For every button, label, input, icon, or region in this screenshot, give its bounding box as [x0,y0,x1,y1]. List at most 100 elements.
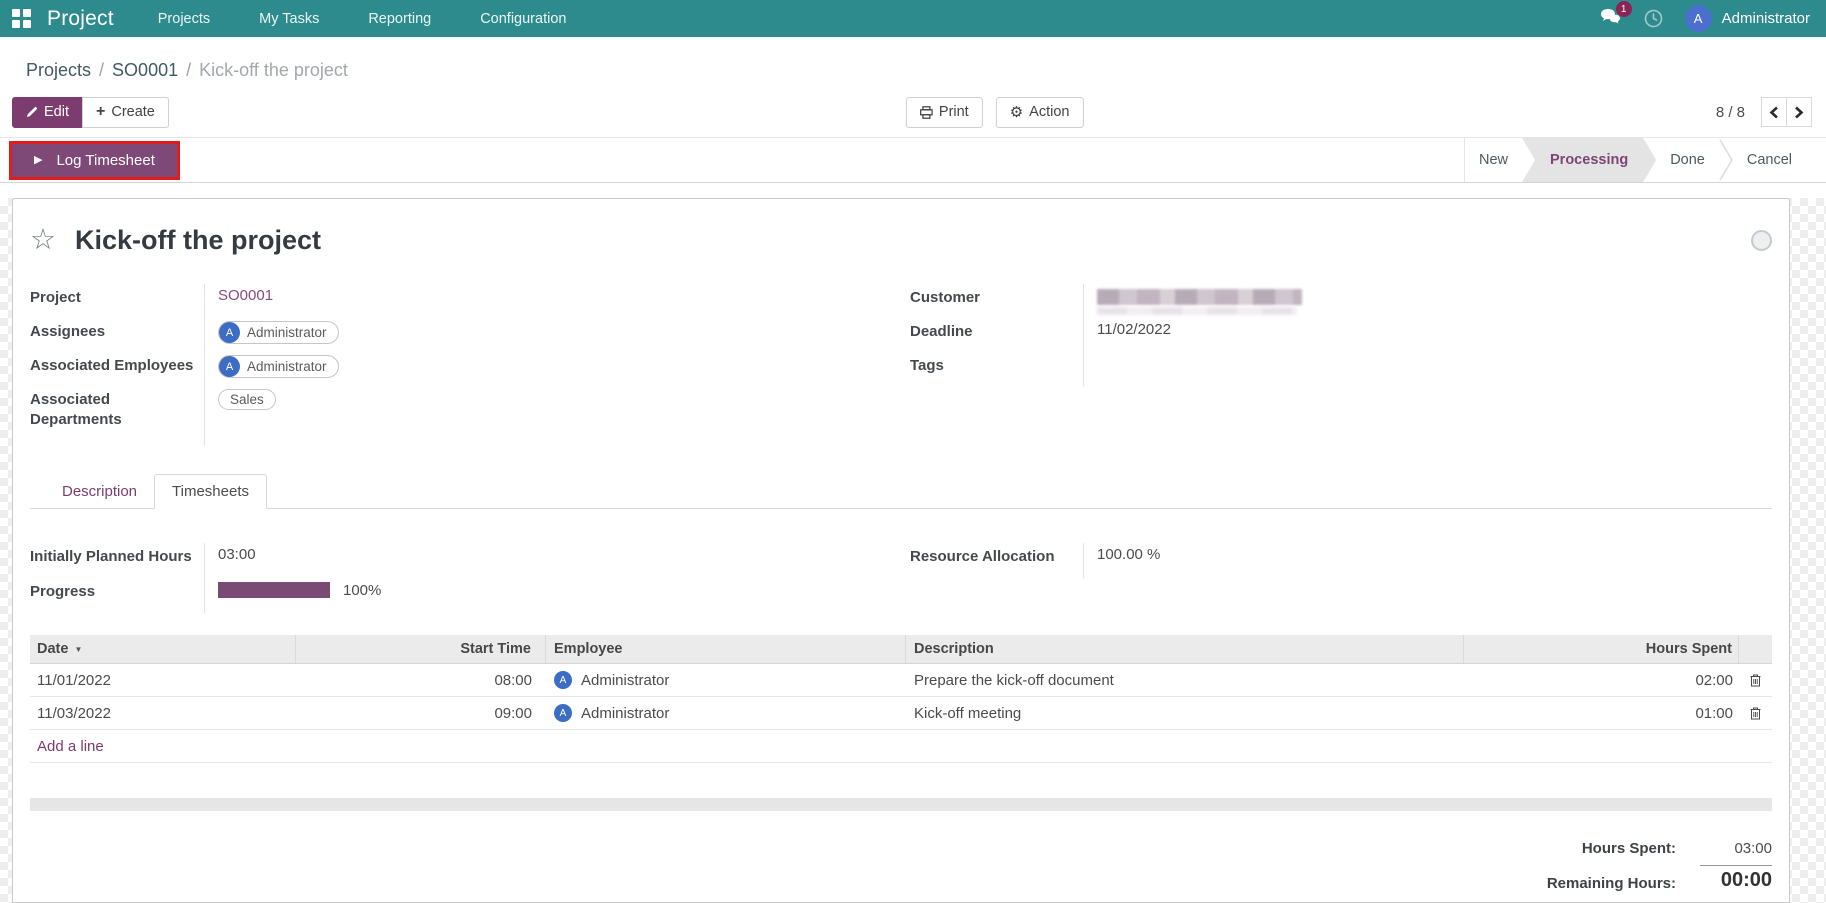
department-pill: Sales [218,389,276,410]
menu-item-my-tasks[interactable]: My Tasks [259,11,319,27]
favorite-star-icon[interactable]: ☆ [30,226,56,255]
project-label: Project [30,284,204,318]
row-date: 11/01/2022 [30,672,296,689]
control-panel: Edit + Create Print ⚙ Action 8 / 8 [0,87,1826,138]
hours-summary: Hours Spent: 03:00 Remaining Hours: 00:0… [30,840,1772,892]
progress-bar [218,582,330,598]
table-header-row: Date ▼ Start Time Employee Description H… [30,635,1772,664]
row-description: Prepare the kick-off document [906,672,1464,689]
menu-item-reporting[interactable]: Reporting [368,11,431,27]
content-background: ☆ Kick-off the project Project SO0001 As… [0,198,1826,903]
edit-create-group: Edit + Create [12,97,169,128]
delete-row-button[interactable] [1750,707,1761,720]
assignee-pill: A Administrator [218,321,339,344]
column-header-employee[interactable]: Employee [546,635,906,663]
associated-employees-label: Associated Employees [30,352,204,386]
remaining-hours-label: Remaining Hours: [1547,875,1676,892]
trash-icon [1750,707,1761,720]
add-line-row: Add a line [30,730,1772,763]
edit-button-label: Edit [44,104,69,120]
timesheet-panel-left: Initially Planned Hours 03:00 Progress 1… [30,543,910,613]
user-avatar[interactable]: A [1685,5,1712,32]
timesheet-row-2[interactable]: 11/03/2022 09:00 A Administrator Kick-of… [30,697,1772,730]
remaining-hours-value: 00:00 [1700,865,1772,892]
column-header-date[interactable]: Date ▼ [30,635,296,663]
statusbar-row: ▶ Log Timesheet New Processing Done Canc… [0,138,1826,183]
left-field-group: Project SO0001 Assignees A Administrator… [30,284,910,446]
print-button[interactable]: Print [906,97,983,128]
navbar-menu: Projects My Tasks Reporting Configuratio… [158,11,567,27]
gear-icon: ⚙ [1010,105,1023,120]
breadcrumb-projects[interactable]: Projects [26,60,91,81]
employee-avatar: A [219,356,240,377]
employee-pill: A Administrator [218,355,339,378]
tab-description[interactable]: Description [45,475,154,508]
planned-hours-value: 03:00 [218,546,256,563]
associated-departments-label: Associated Departments [30,386,204,446]
print-action-group: Print ⚙ Action [906,97,1084,128]
top-navbar: Project Projects My Tasks Reporting Conf… [0,0,1826,37]
state-separator [1719,138,1733,182]
column-header-description[interactable]: Description [906,635,1464,663]
tags-value-empty [1083,352,1772,386]
user-name[interactable]: Administrator [1722,10,1810,27]
menu-item-configuration[interactable]: Configuration [480,11,566,27]
state-done[interactable]: Done [1656,138,1719,182]
planned-hours-label: Initially Planned Hours [30,543,204,578]
create-button-label: Create [111,104,155,120]
tags-label: Tags [910,352,1083,386]
menu-item-projects[interactable]: Projects [158,11,210,27]
play-icon: ▶ [34,155,42,166]
breadcrumb-separator: / [186,60,191,81]
assignees-label: Assignees [30,318,204,352]
timesheet-panel-right: Resource Allocation 100.00 % [910,543,1772,613]
row-start-time: 08:00 [296,672,546,689]
printer-icon [920,106,933,119]
tab-timesheets[interactable]: Timesheets [154,474,267,509]
pager-next-button[interactable] [1786,97,1812,127]
sort-desc-icon: ▼ [74,645,82,654]
progress-percent: 100% [343,582,381,599]
column-header-start-time[interactable]: Start Time [296,635,546,663]
log-timesheet-label: Log Timesheet [56,152,154,169]
action-button[interactable]: ⚙ Action [996,97,1084,128]
activity-clock-icon[interactable] [1644,9,1663,28]
hours-spent-value: 03:00 [1700,840,1772,857]
trash-icon [1750,674,1761,687]
app-name: Project [47,7,114,31]
state-new[interactable]: New [1465,138,1522,182]
breadcrumb-so0001[interactable]: SO0001 [112,60,178,81]
pager: 8 / 8 [1716,97,1812,127]
customer-redacted-value [1097,289,1302,305]
edit-button[interactable]: Edit [12,97,83,128]
messages-button[interactable]: 1 [1600,8,1622,29]
add-a-line-link[interactable]: Add a line [30,738,104,755]
pager-previous-button[interactable] [1761,97,1787,127]
project-value-link[interactable]: SO0001 [218,287,273,304]
chevron-right-icon [1794,106,1804,119]
row-employee: Administrator [581,705,669,722]
plus-icon: + [96,104,105,120]
state-processing[interactable]: Processing [1522,138,1656,182]
employee-avatar: A [554,704,572,722]
column-header-hours-spent[interactable]: Hours Spent [1464,635,1739,663]
apps-grid-icon[interactable] [12,9,31,28]
notebook-tabs: Description Timesheets [30,474,1772,509]
column-header-actions [1739,635,1772,663]
breadcrumb: Projects / SO0001 / Kick-off the project [0,37,1826,87]
create-button[interactable]: + Create [82,97,169,128]
hours-spent-label: Hours Spent: [1547,840,1676,857]
print-button-label: Print [939,104,969,120]
breadcrumb-current: Kick-off the project [199,60,348,81]
customer-redacted-value-line2 [1097,307,1297,315]
log-timesheet-button[interactable]: ▶ Log Timesheet [12,144,177,177]
timesheet-row-1[interactable]: 11/01/2022 08:00 A Administrator Prepare… [30,664,1772,697]
employee-name: Administrator [247,359,327,374]
assignee-avatar: A [219,322,240,343]
delete-row-button[interactable] [1750,674,1761,687]
pager-value[interactable]: 8 / 8 [1716,104,1745,121]
form-sheet: ☆ Kick-off the project Project SO0001 As… [12,198,1790,903]
state-cancel[interactable]: Cancel [1733,138,1806,182]
task-title: Kick-off the project [75,225,321,256]
kanban-state-circle[interactable] [1751,230,1772,251]
